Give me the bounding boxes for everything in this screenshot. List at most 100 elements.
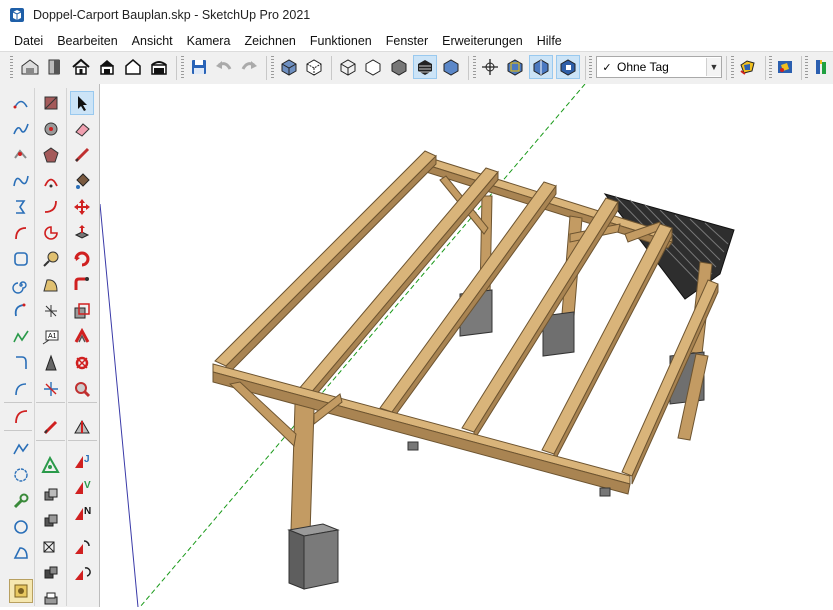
scale-icon[interactable] [71, 300, 93, 322]
bezier-icon[interactable] [10, 170, 32, 192]
rotate-axis-icon[interactable] [71, 536, 93, 558]
wrench-icon[interactable] [10, 490, 32, 512]
shaded-icon[interactable] [388, 56, 410, 78]
model-viewport[interactable] [100, 84, 833, 607]
freehand-icon[interactable] [10, 118, 32, 140]
polyline-icon[interactable] [10, 196, 32, 218]
offset-icon[interactable] [71, 326, 93, 348]
menu-funktionen[interactable]: Funktionen [303, 34, 379, 48]
curve-icon[interactable] [10, 222, 32, 244]
text-3d-icon[interactable] [40, 352, 62, 374]
toolbar-grip[interactable] [181, 56, 184, 80]
sector-icon[interactable] [10, 542, 32, 564]
circle-arc-icon[interactable] [10, 300, 32, 322]
section-cut-icon[interactable] [529, 55, 553, 79]
menu-zeichnen[interactable]: Zeichnen [237, 34, 302, 48]
section-fill-icon[interactable] [556, 55, 580, 79]
save-icon[interactable] [188, 56, 210, 78]
ellipse-icon[interactable] [10, 516, 32, 538]
zoom-icon[interactable] [71, 378, 93, 400]
arc-tool-icon[interactable] [40, 170, 62, 192]
axes-tool-icon[interactable] [40, 300, 62, 322]
dimension-icon[interactable]: A1 [40, 326, 62, 348]
spiral-icon[interactable] [10, 274, 32, 296]
arc-3pt-icon[interactable] [10, 378, 32, 400]
select-arrow-icon[interactable] [70, 91, 94, 115]
monochrome-icon[interactable] [440, 56, 462, 78]
menu-hilfe[interactable]: Hilfe [530, 34, 569, 48]
walk-tent-icon[interactable] [71, 416, 93, 438]
rectangle-tool-icon[interactable] [40, 92, 62, 114]
xray-icon[interactable] [278, 56, 300, 78]
toolbar-grip[interactable] [731, 56, 734, 80]
paint-bucket-icon[interactable] [71, 170, 93, 192]
section-tool-icon[interactable] [40, 378, 62, 400]
toolbar-grip[interactable] [769, 56, 772, 80]
toolbar-grip[interactable] [10, 56, 13, 80]
protractor-icon[interactable] [40, 274, 62, 296]
scene-icon[interactable] [40, 536, 62, 558]
zigzag-icon[interactable] [10, 326, 32, 348]
menu-fenster[interactable]: Fenster [379, 34, 435, 48]
undo-icon[interactable] [213, 56, 235, 78]
tag-dropdown[interactable]: ✓ Ohne Tag ▼ [596, 56, 722, 78]
menu-bearbeiten[interactable]: Bearbeiten [50, 34, 124, 48]
axis-j-icon[interactable]: J [71, 450, 93, 472]
push-pull-icon[interactable] [71, 222, 93, 244]
menu-datei[interactable]: Datei [0, 34, 50, 48]
axis-n-icon[interactable]: N [71, 502, 93, 524]
move-icon[interactable] [71, 196, 93, 218]
back-edges-icon[interactable] [303, 56, 325, 78]
extension-icon[interactable] [810, 56, 832, 78]
circle-tool-icon[interactable] [40, 118, 62, 140]
component-icon[interactable] [44, 56, 66, 78]
axis-v-icon[interactable]: V [71, 476, 93, 498]
polygon-tool-icon[interactable] [40, 144, 62, 166]
warehouse-model-icon[interactable] [774, 56, 796, 78]
toolbar-grip[interactable] [473, 56, 476, 80]
house-outline-icon[interactable] [122, 56, 144, 78]
textured-icon[interactable] [413, 55, 437, 79]
menu-kamera[interactable]: Kamera [180, 34, 238, 48]
home-icon[interactable] [70, 56, 92, 78]
align-axis-icon[interactable] [71, 562, 93, 584]
toolbar-grip[interactable] [271, 56, 274, 80]
warehouse-icon[interactable] [19, 56, 41, 78]
red-arc-icon[interactable] [10, 406, 32, 428]
axis-icon[interactable] [479, 56, 501, 78]
photo-match-icon[interactable] [9, 579, 33, 603]
triangle-axis-icon[interactable] [40, 454, 62, 476]
paste-icon[interactable] [40, 484, 62, 506]
house-front-icon[interactable] [96, 56, 118, 78]
copy-group-icon[interactable] [40, 562, 62, 584]
arc-icon[interactable] [10, 92, 32, 114]
line-pencil-icon[interactable] [71, 144, 93, 166]
chevron-down-icon[interactable]: ▼ [706, 58, 721, 76]
tag-color-icon[interactable] [737, 56, 759, 78]
house-side-icon[interactable] [148, 56, 170, 78]
menu-ansicht[interactable]: Ansicht [125, 34, 180, 48]
orbit-icon[interactable] [71, 352, 93, 374]
rotate-icon[interactable] [71, 248, 93, 270]
two-point-arc-icon[interactable] [40, 196, 62, 218]
eraser-icon[interactable] [71, 118, 93, 140]
layer-stack-icon[interactable] [40, 510, 62, 532]
toolbar-grip[interactable] [805, 56, 808, 80]
polyline-edit-icon[interactable] [10, 438, 32, 460]
rotate-curve-icon[interactable] [10, 144, 32, 166]
follow-me-icon[interactable] [71, 274, 93, 296]
rounded-rect-icon[interactable] [10, 248, 32, 270]
circle-edit-icon[interactable] [10, 464, 32, 486]
redo-icon[interactable] [238, 56, 260, 78]
pencil-icon[interactable] [40, 416, 62, 438]
pie-tool-icon[interactable] [40, 222, 62, 244]
wireframe-icon[interactable] [337, 56, 359, 78]
fillet-icon[interactable] [10, 352, 32, 374]
hidden-line-icon[interactable] [362, 56, 384, 78]
toolbar-grip[interactable] [589, 56, 592, 80]
tag-dropdown-value: Ohne Tag [617, 60, 669, 74]
tape-measure-icon[interactable] [40, 248, 62, 270]
menu-erweiterungen[interactable]: Erweiterungen [435, 34, 530, 48]
section-plane-icon[interactable] [504, 56, 526, 78]
carport-model[interactable] [100, 84, 833, 607]
